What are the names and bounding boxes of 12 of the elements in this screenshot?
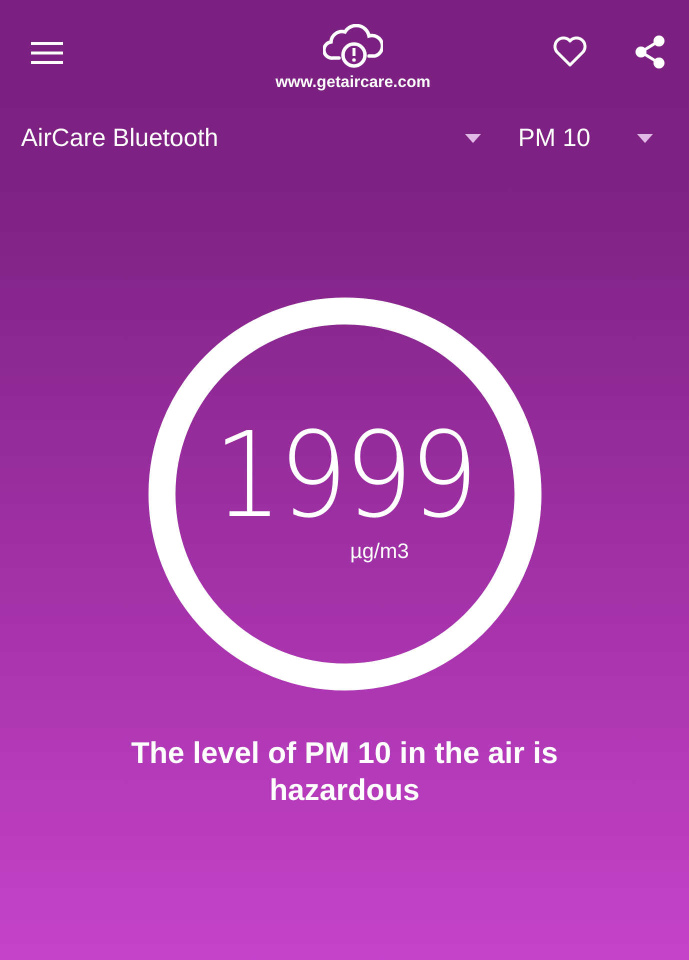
website-url[interactable]: www.getaircare.com [275,74,431,92]
reading-value: 1999 [214,416,476,534]
pollutant-dropdown[interactable]: PM 10 [518,124,653,153]
heart-icon[interactable] [553,36,587,68]
status-message: The level of PM 10 in the air is hazardous [130,736,559,809]
menu-icon[interactable] [31,42,63,64]
device-dropdown[interactable]: AirCare Bluetooth [21,124,482,153]
caret-icon [637,134,653,143]
cloud-alert-icon [323,24,383,70]
caret-icon [465,134,482,143]
share-icon[interactable] [633,34,667,70]
reading-unit: µg/m3 [350,540,409,564]
